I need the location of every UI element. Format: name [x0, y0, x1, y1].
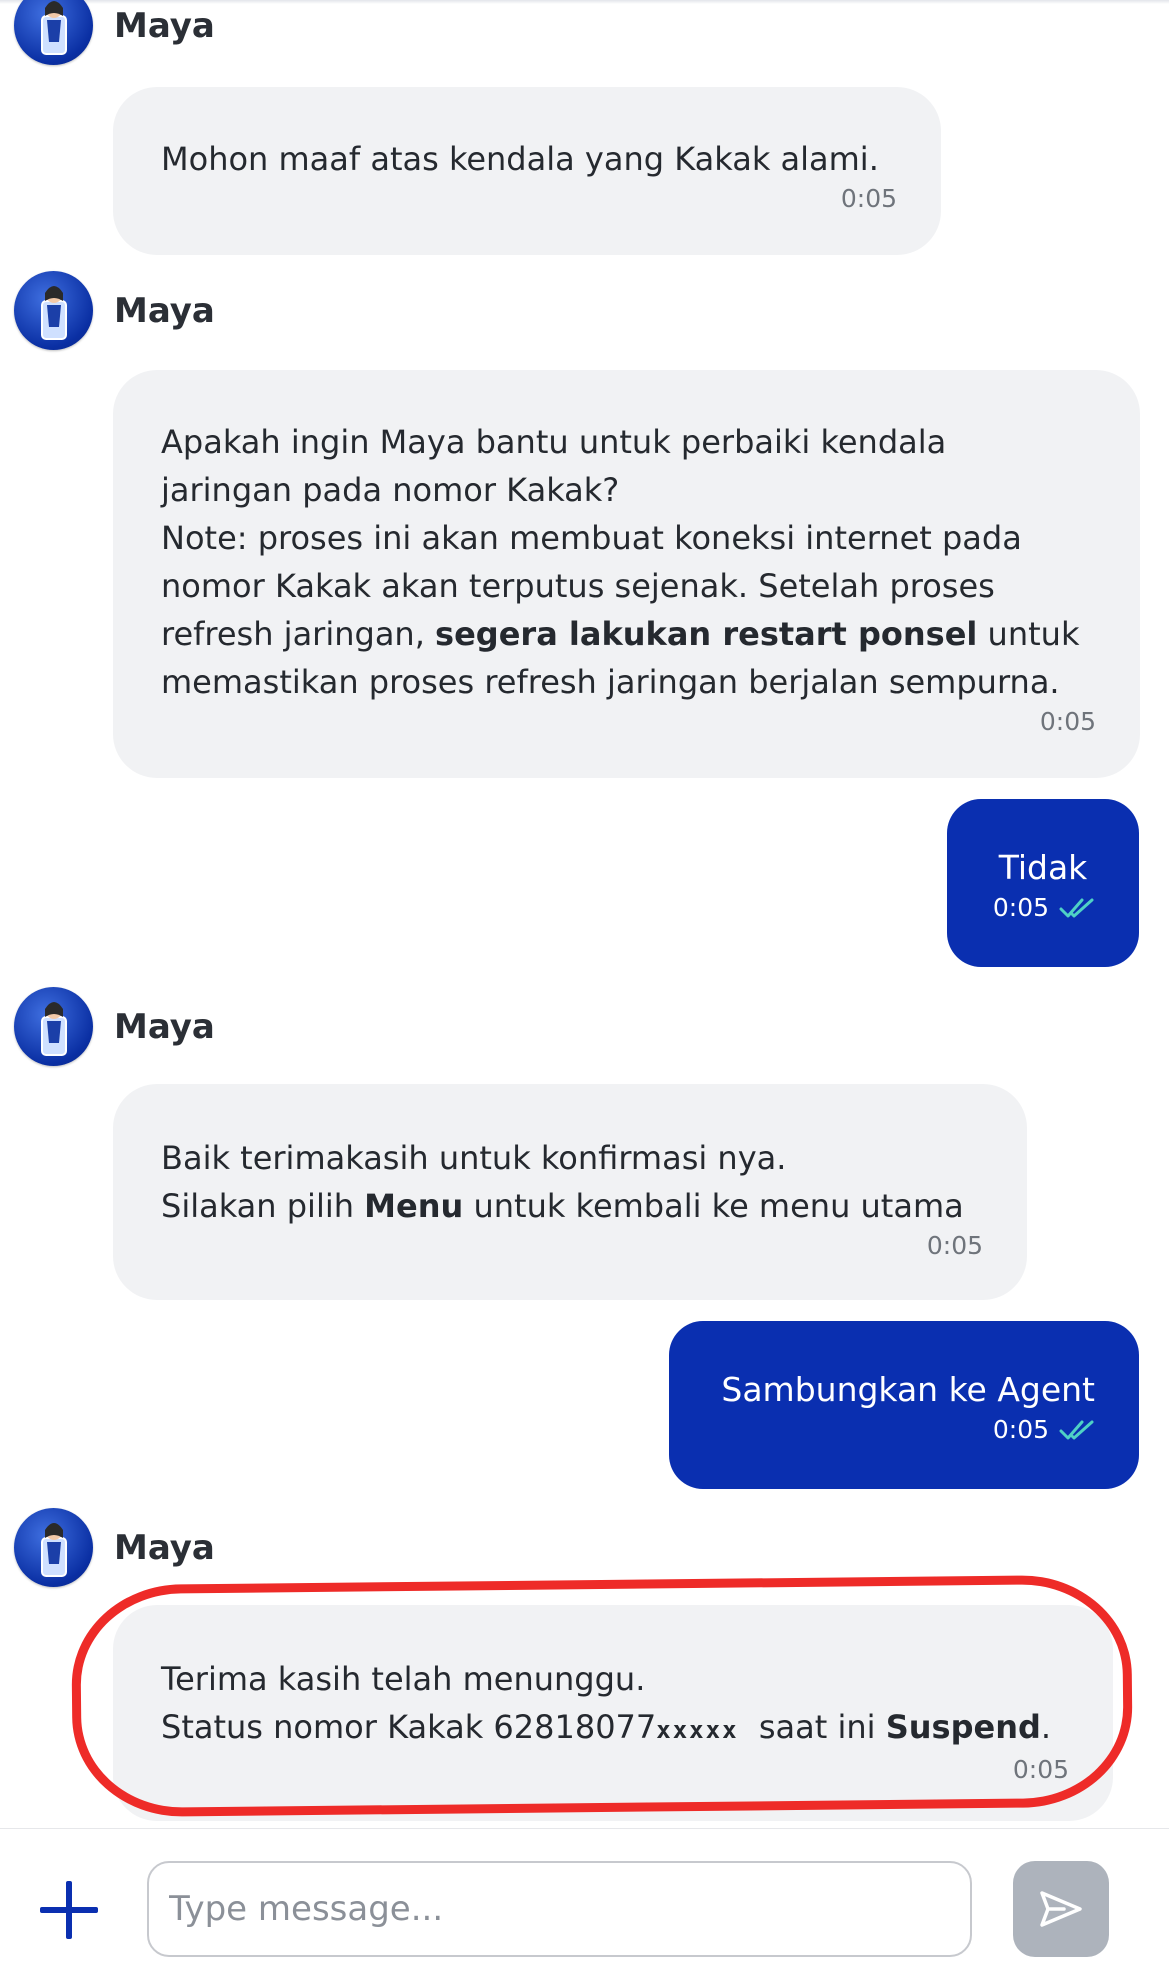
send-button[interactable]	[1013, 1861, 1109, 1957]
sender-name: Maya	[114, 1006, 215, 1047]
message-time: 0:05	[840, 184, 897, 213]
incoming-message-bubble: Apakah ingin Maya bantu untuk perbaiki k…	[113, 370, 1140, 778]
sender-name: Maya	[114, 1527, 215, 1568]
incoming-message-bubble: Baik terimakasih untuk konfirmasi nya. Si…	[113, 1084, 1027, 1300]
sender-name: Maya	[114, 5, 215, 46]
send-arrow-icon	[1040, 1891, 1082, 1927]
message-meta: 0:05	[713, 1413, 1095, 1447]
bold-status: Suspend	[885, 1708, 1041, 1746]
maya-bot-avatar-icon	[14, 271, 93, 350]
bold-menu: Menu	[364, 1187, 464, 1225]
message-text: Tidak	[998, 848, 1088, 887]
message-text: Baik terimakasih untuk konfirmasi nya. Si…	[161, 1139, 964, 1225]
message-text: Terima kasih telah menunggu. Status nomor…	[161, 1660, 1052, 1746]
maya-bot-avatar-icon	[14, 987, 93, 1066]
message-time: 0:05	[992, 1415, 1049, 1444]
plus-icon[interactable]	[40, 1881, 98, 1939]
message-time: 0:05	[1012, 1755, 1069, 1784]
message-time: 0:05	[992, 893, 1049, 922]
double-check-icon	[1059, 1420, 1094, 1440]
message-text: Mohon maaf atas kendala yang Kakak alami…	[161, 140, 879, 178]
message-sender: Maya	[14, 271, 215, 350]
sender-name: Maya	[114, 290, 215, 331]
maya-bot-avatar-icon	[14, 0, 93, 65]
message-time: 0:05	[1039, 707, 1096, 736]
message-sender: Maya	[14, 1508, 215, 1587]
message-text: Apakah ingin Maya bantu untuk perbaiki k…	[161, 423, 1080, 701]
outgoing-message-bubble: Tidak 0:05	[947, 799, 1139, 967]
message-text: Sambungkan ke Agent	[721, 1370, 1095, 1409]
maya-bot-avatar-icon	[14, 1508, 93, 1587]
masked-number: xxxxx	[656, 1716, 739, 1744]
double-check-icon	[1059, 898, 1094, 918]
message-composer	[0, 1828, 1169, 1967]
message-sender: Maya	[14, 987, 215, 1066]
message-sender: Maya	[14, 0, 215, 65]
incoming-message-bubble: Terima kasih telah menunggu. Status nomor…	[113, 1605, 1113, 1821]
message-input[interactable]	[147, 1861, 972, 1957]
chat-thread[interactable]: Maya Mohon maaf atas kendala yang Kakak …	[0, 0, 1169, 1828]
bold-instruction: segera lakukan restart ponsel	[435, 615, 978, 653]
incoming-message-bubble: Mohon maaf atas kendala yang Kakak alami…	[113, 87, 941, 255]
outgoing-message-bubble: Sambungkan ke Agent 0:05	[669, 1321, 1139, 1489]
message-time: 0:05	[926, 1231, 983, 1260]
message-meta: 0:05	[991, 891, 1095, 925]
